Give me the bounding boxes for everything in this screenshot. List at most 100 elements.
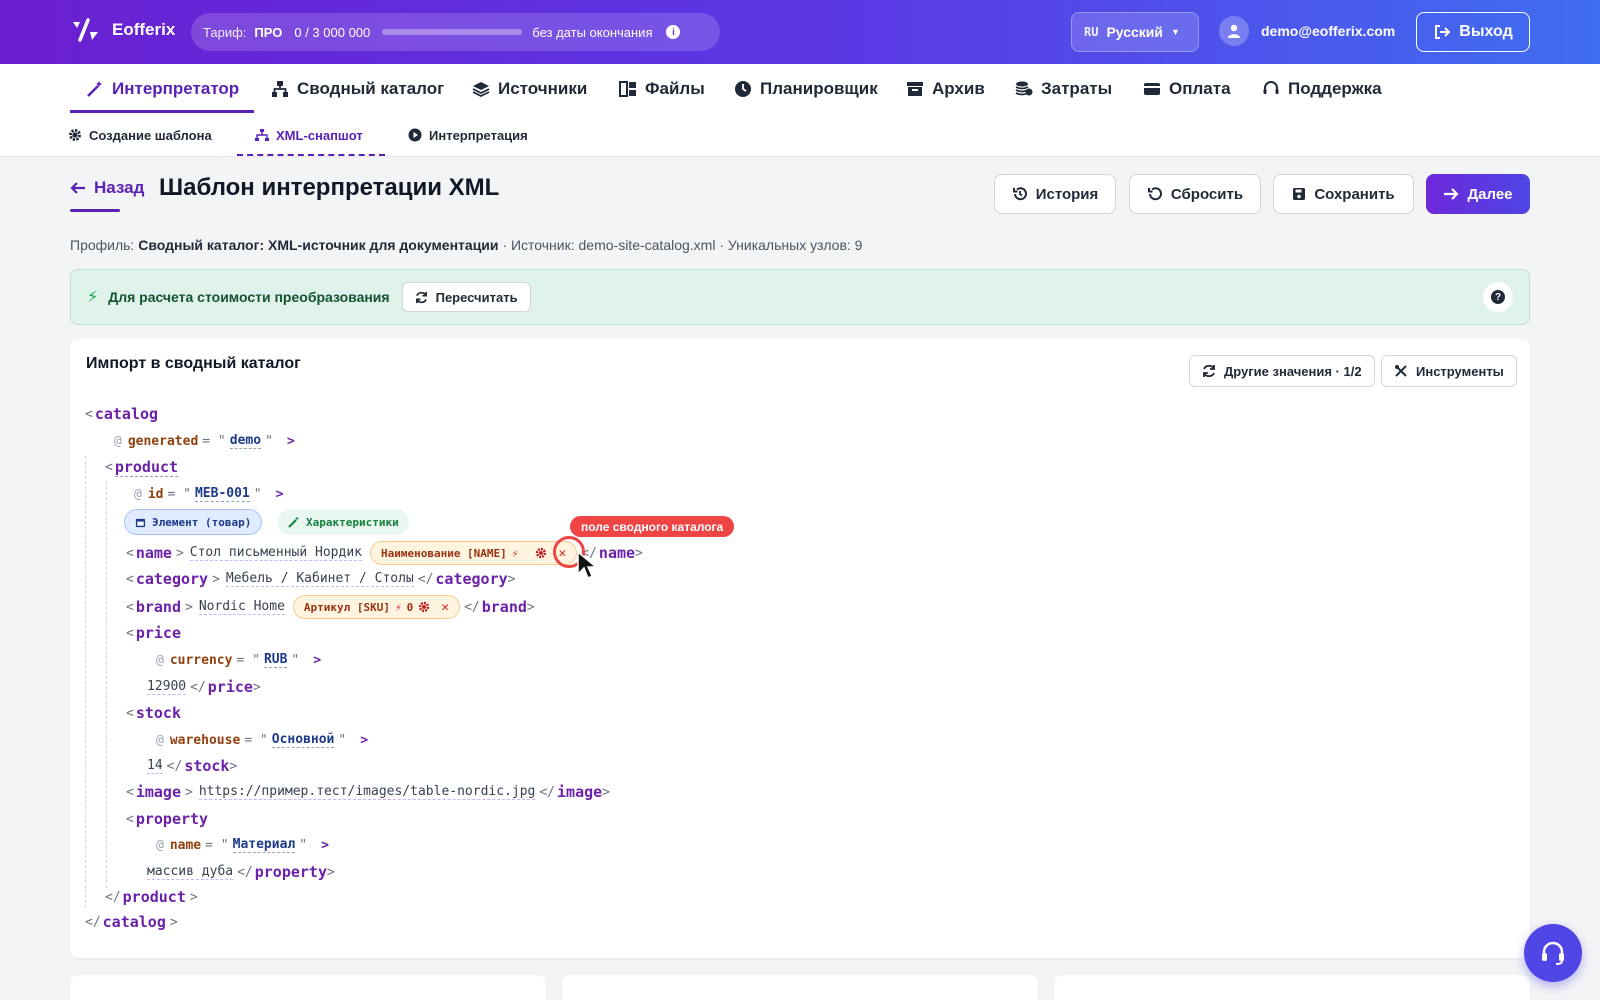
gt: > — [275, 486, 284, 502]
bottom-card — [1054, 975, 1530, 1000]
plan-label: Тариф: — [203, 24, 247, 40]
logout-button[interactable]: Выход — [1416, 12, 1530, 52]
nav-label: Поддержка — [1288, 79, 1382, 98]
close-icon[interactable]: ✕ — [441, 600, 449, 615]
xml-attr-value[interactable]: Материал — [232, 837, 296, 853]
nav-item-costs[interactable]: Затраты — [1015, 64, 1112, 114]
xml-line-price-value: 12900 </price > — [143, 676, 263, 698]
reset-label: Сбросить — [1170, 185, 1244, 203]
back-label: Назад — [94, 178, 145, 197]
xml-tag[interactable]: product — [114, 458, 179, 477]
xml-attr-name[interactable]: currency — [170, 653, 233, 668]
at-sign: @ — [156, 732, 164, 748]
xml-line-generated-attr: @ generated = " demo " > — [114, 430, 295, 452]
xml-tag-close[interactable]: price — [208, 678, 253, 696]
nav-item-interpreter[interactable]: Интерпретатор — [86, 64, 239, 114]
xml-tag[interactable]: brand — [136, 598, 181, 616]
reset-button[interactable]: Сбросить — [1129, 174, 1261, 214]
main-nav: Интерпретатор Сводный каталог Источники … — [0, 64, 1600, 114]
gt: > — [286, 433, 295, 449]
nav-item-archive[interactable]: Архив — [906, 64, 985, 114]
subnav-item-template[interactable]: Создание шаблона — [68, 114, 212, 156]
app-logo[interactable]: Eofferix — [70, 18, 175, 42]
xml-line-currency-attr: @ currency = " RUB " > — [156, 649, 321, 671]
sitemap-icon — [255, 129, 269, 141]
xml-tag[interactable]: image — [136, 783, 181, 801]
help-icon: ? — [1491, 290, 1505, 304]
nav-item-payment[interactable]: Оплата — [1143, 64, 1231, 114]
gear-icon — [69, 129, 81, 141]
bracket: > — [229, 758, 238, 774]
xml-attr-name[interactable]: warehouse — [170, 733, 240, 748]
xml-text-value[interactable]: 14 — [147, 758, 163, 774]
element-badge[interactable]: Элемент (товар) — [124, 509, 263, 535]
back-link[interactable]: Назад — [70, 178, 144, 198]
nav-item-catalog[interactable]: Сводный каталог — [271, 64, 444, 114]
xml-text-value[interactable]: Nordic Home — [198, 599, 285, 615]
xml-tag-close[interactable]: property — [255, 863, 327, 881]
history-button[interactable]: История — [994, 174, 1116, 214]
mapping-chip-name[interactable]: Наименование [NAME] ⚡ ✕ — [369, 541, 578, 565]
xml-tag-close[interactable]: catalog — [103, 913, 166, 931]
gear-icon[interactable] — [418, 601, 430, 613]
page-title: Шаблон интерпретации XML — [159, 174, 500, 201]
next-button[interactable]: Далее — [1426, 174, 1530, 214]
bracket: </ — [190, 679, 206, 695]
xml-attr-value[interactable]: demo — [229, 433, 262, 449]
xml-tag[interactable]: name — [136, 544, 172, 562]
xml-tag[interactable]: catalog — [95, 405, 158, 423]
xml-tag-close[interactable]: brand — [482, 598, 527, 616]
xml-attr-name[interactable]: id — [148, 487, 164, 502]
xml-tag-close[interactable]: name — [599, 544, 635, 562]
subnav-item-interpretation[interactable]: Интерпретация — [408, 114, 528, 156]
files-icon — [619, 81, 636, 97]
nav-item-support[interactable]: Поддержка — [1262, 64, 1382, 114]
bracket: > — [212, 571, 220, 587]
gear-icon[interactable] — [535, 547, 547, 559]
xml-tag-close[interactable]: image — [557, 783, 602, 801]
xml-tag[interactable]: stock — [136, 704, 181, 722]
xml-text-value[interactable]: https://пример.тест/images/table-nordic.… — [198, 784, 536, 800]
quote: " — [265, 433, 273, 449]
xml-tag[interactable]: price — [136, 624, 181, 642]
bracket: > — [189, 889, 198, 905]
at-sign: @ — [156, 652, 164, 668]
xml-tag[interactable]: property — [136, 810, 208, 828]
user-menu[interactable]: demo@eofferix.com — [1219, 16, 1395, 46]
xml-attr-value[interactable]: RUB — [263, 652, 288, 668]
support-chat-button[interactable] — [1524, 924, 1582, 982]
xml-tag[interactable]: category — [136, 570, 208, 588]
help-button[interactable]: ? — [1483, 282, 1513, 312]
other-values-button[interactable]: Другие значения · 1/2 — [1189, 355, 1375, 387]
language-select[interactable]: RU Русский ▼ — [1071, 12, 1199, 52]
xml-tag-close[interactable]: category — [435, 570, 507, 588]
nav-item-scheduler[interactable]: Планировщик — [734, 64, 878, 114]
info-icon[interactable]: i — [666, 25, 681, 39]
xml-tag-close[interactable]: product — [123, 888, 186, 906]
nav-item-sources[interactable]: Источники — [472, 64, 587, 114]
xml-line-catalog-open: < catalog — [85, 403, 158, 425]
xml-text-value[interactable]: 12900 — [147, 679, 187, 695]
mapping-chip-sku[interactable]: Артикул [SKU] ⚡ 0 ✕ — [292, 595, 461, 619]
xml-attr-value[interactable]: MEB-001 — [194, 486, 250, 502]
xml-attr-value[interactable]: Основной — [271, 732, 335, 748]
subnav-item-xml-snapshot[interactable]: XML-снапшот — [255, 114, 363, 156]
user-icon — [1228, 24, 1240, 38]
xml-attr-name[interactable]: generated — [128, 434, 198, 449]
save-label: Сохранить — [1314, 185, 1395, 203]
xml-attr-name[interactable]: name — [170, 838, 201, 853]
xml-text-value[interactable]: Мебель / Кабинет / Столы — [225, 571, 414, 587]
properties-badge[interactable]: Характеристики — [278, 509, 409, 535]
xml-text-value[interactable]: массив дуба — [147, 864, 234, 880]
recalculate-button[interactable]: Пересчитать — [401, 282, 531, 312]
tools-button[interactable]: Инструменты — [1381, 355, 1517, 387]
xml-tag-close[interactable]: stock — [184, 757, 229, 775]
bracket: > — [526, 599, 535, 615]
save-button[interactable]: Сохранить — [1273, 174, 1414, 214]
logout-label: Выход — [1459, 23, 1513, 40]
xml-line-price-open: < price — [126, 622, 181, 644]
nav-item-files[interactable]: Файлы — [619, 64, 705, 114]
xml-text-value[interactable]: Стол письменный Нордик — [189, 545, 362, 561]
bottom-card — [70, 975, 546, 1000]
panel-title: Импорт в сводный каталог — [86, 355, 301, 372]
